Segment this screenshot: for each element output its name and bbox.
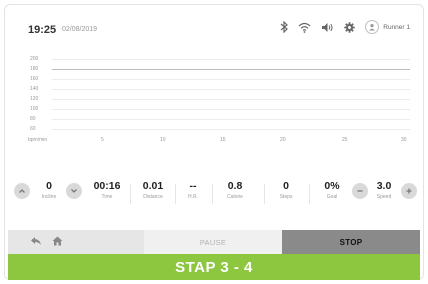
incline-value: 0	[46, 180, 52, 192]
x-axis-unit-label: bpm/min	[28, 137, 48, 143]
x-tick-label: 5	[101, 137, 104, 143]
chevron-down-icon	[71, 189, 77, 193]
step-label: STAP 3 - 4	[175, 258, 253, 276]
plus-icon	[406, 188, 412, 194]
stat-divider	[175, 184, 176, 204]
pause-button[interactable]: PAUSE	[144, 230, 282, 254]
chart-gridline	[52, 99, 410, 100]
user-profile-button[interactable]: Runner 1	[365, 20, 410, 34]
hr-value: --	[189, 180, 197, 192]
chart-series-line	[52, 69, 410, 70]
x-tick-label: 15	[220, 137, 226, 143]
chart-gridline	[52, 79, 410, 80]
bluetooth-icon[interactable]	[280, 21, 289, 33]
stat-heart-rate: -- H.R.	[178, 181, 208, 200]
user-name: Runner 1	[383, 23, 410, 31]
step-banner: STAP 3 - 4	[8, 254, 420, 280]
chart-gridline	[52, 89, 410, 90]
chart-gridline	[52, 119, 410, 120]
stat-calorie: 0.8 Calorie	[214, 181, 256, 200]
back-icon[interactable]	[30, 233, 42, 251]
stat-divider	[309, 184, 310, 204]
speed-label: Speed	[376, 193, 392, 200]
action-bar: PAUSE STOP	[8, 230, 420, 254]
chart-gridline	[52, 109, 410, 110]
distance-value: 0.01	[142, 180, 164, 192]
heart-rate-chart: 200 180 160 140 120 100 80 60 bpm/min 5 …	[8, 54, 420, 156]
steps-label: Steps	[279, 193, 293, 200]
y-tick-label: 160	[30, 76, 39, 82]
user-avatar-icon	[365, 20, 380, 34]
time-value: 00:16	[93, 180, 121, 192]
x-tick-label: 30	[401, 137, 407, 143]
wifi-icon[interactable]	[298, 22, 311, 33]
y-tick-label: 60	[30, 126, 36, 132]
stat-distance: 0.01 Distance	[134, 181, 172, 200]
stat-goal: 0% Goal	[314, 181, 350, 200]
speed-up-button[interactable]	[401, 183, 417, 199]
status-icons: Runner 1	[280, 18, 420, 36]
stat-divider	[130, 184, 131, 204]
goal-label: Goal	[326, 193, 338, 200]
status-bar: 19:25 02/08/2019 Runner 1	[8, 8, 420, 42]
y-tick-label: 100	[30, 106, 39, 112]
y-tick-label: 80	[30, 116, 36, 122]
stat-speed: 3.0 Speed	[370, 181, 398, 200]
chart-gridline	[52, 59, 410, 60]
stat-steps: 0 Steps	[268, 181, 304, 200]
nav-button-group	[8, 230, 144, 254]
goal-value: 0%	[324, 180, 340, 192]
chart-gridline	[52, 129, 410, 130]
incline-down-button[interactable]	[14, 183, 30, 199]
x-tick-label: 25	[342, 137, 348, 143]
chevron-up-icon	[19, 189, 25, 193]
distance-label: Distance	[143, 193, 163, 200]
settings-gear-icon[interactable]	[344, 21, 355, 33]
incline-label: Incline	[41, 193, 57, 200]
stat-incline: 0 Incline	[34, 181, 64, 200]
x-tick-label: 20	[280, 137, 286, 143]
stop-button[interactable]: STOP	[282, 230, 420, 254]
hr-label: H.R.	[188, 193, 198, 200]
steps-value: 0	[283, 180, 289, 192]
stat-time: 00:16 Time	[88, 181, 126, 200]
speed-down-button[interactable]	[352, 183, 368, 199]
home-icon[interactable]	[52, 233, 63, 251]
clock-date: 02/08/2019	[62, 26, 98, 33]
clock-time: 19:25	[28, 24, 57, 36]
time-label: Time	[101, 193, 113, 200]
stat-divider	[212, 184, 213, 204]
treadmill-screen: 19:25 02/08/2019 Runner 1 200 180 160 14…	[8, 8, 420, 254]
y-tick-label: 200	[30, 56, 39, 62]
stat-divider	[264, 184, 265, 204]
minus-icon	[357, 190, 363, 192]
x-tick-label: 10	[160, 137, 166, 143]
incline-up-button[interactable]	[66, 183, 82, 199]
speed-value: 3.0	[376, 180, 392, 192]
calorie-value: 0.8	[227, 180, 243, 192]
y-tick-label: 180	[30, 66, 39, 72]
calorie-label: Calorie	[227, 193, 243, 200]
volume-icon[interactable]	[321, 22, 334, 33]
y-tick-label: 140	[30, 86, 39, 92]
y-tick-label: 120	[30, 96, 39, 102]
